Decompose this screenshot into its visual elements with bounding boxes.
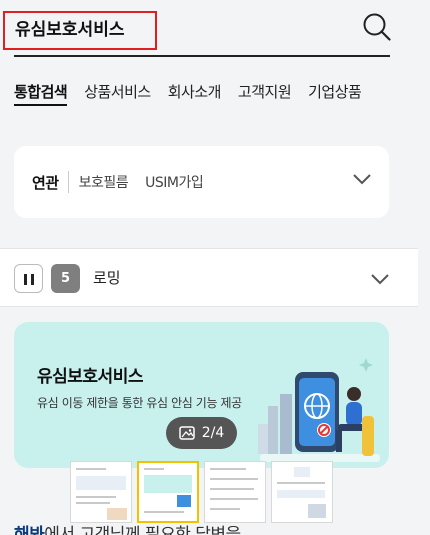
thumb-line [76,468,106,470]
related-label: 연관 [32,173,59,192]
search-icon[interactable] [362,12,392,42]
bottom-text: 에서 고객님께 필요한 답변을 [44,525,241,535]
pause-icon [24,274,27,285]
related-keyword[interactable]: USIM가입 [145,172,204,192]
tab-company-info[interactable]: 회사소개 [168,80,222,106]
bottom-message: 해봐에서 고객님께 필요한 답변을 [14,524,241,535]
thumb-line [144,511,184,513]
thumb-line [210,488,254,490]
thumbnail-4[interactable] [271,461,333,523]
promo-banner[interactable]: 유심보호서비스 유심 이동 제한을 통한 유심 안심 기능 제공 2/4 [14,322,389,468]
thumb-line [76,502,110,504]
search-underline [14,55,390,57]
thumb-block [277,490,325,498]
page-indicator-text: 2/4 [201,425,225,441]
tab-integrated-search[interactable]: 통합검색 [14,80,68,106]
category-tabs: 통합검색 상품서비스 회사소개 고객지원 기업상품 [14,80,362,106]
thumb-line [210,508,240,510]
search-bar: 유심보호서비스 [0,0,430,70]
thumb-line [210,498,258,500]
related-keyword[interactable]: 보호필름 [79,172,129,192]
rank-badge: 5 [51,264,80,293]
banner-title: 유심보호서비스 [37,367,143,387]
tab-business-products[interactable]: 기업상품 [308,80,362,106]
thumb-line [76,496,116,498]
thumbnail-3[interactable] [204,461,266,523]
related-divider [67,171,69,193]
trending-keyword[interactable]: 로밍 [93,264,121,293]
person-with-phone-illustration [258,358,380,462]
tab-customer-support[interactable]: 고객지원 [238,80,292,106]
thumbnail-2[interactable] [137,461,199,523]
gallery-icon [178,426,195,440]
thumbnail-1[interactable] [70,461,132,523]
thumb-line [210,478,258,480]
thumb-block [76,476,126,490]
thumb-block [144,475,192,493]
thumb-line [210,468,246,470]
carousel-page-indicator[interactable]: 2/4 [166,417,237,449]
banner-description: 유심 이동 제한을 통한 유심 안심 기능 제공 [37,396,242,410]
thumb-block [308,504,326,518]
thumb-block [107,508,127,520]
tab-products-services[interactable]: 상품서비스 [84,80,151,106]
thumb-line [144,468,164,470]
pause-button[interactable] [14,264,43,293]
chevron-down-icon[interactable] [371,273,389,285]
thumb-block [177,495,191,507]
pause-icon [31,274,34,285]
thumb-line [277,482,325,484]
trending-keywords-strip: 5 로밍 [0,248,418,307]
thumb-block [294,467,310,477]
related-keywords-card: 연관 보호필름 USIM가입 [14,146,389,218]
search-input[interactable]: 유심보호서비스 [3,11,157,50]
bottom-highlight: 해봐 [14,525,45,535]
chevron-down-icon[interactable] [353,173,371,185]
